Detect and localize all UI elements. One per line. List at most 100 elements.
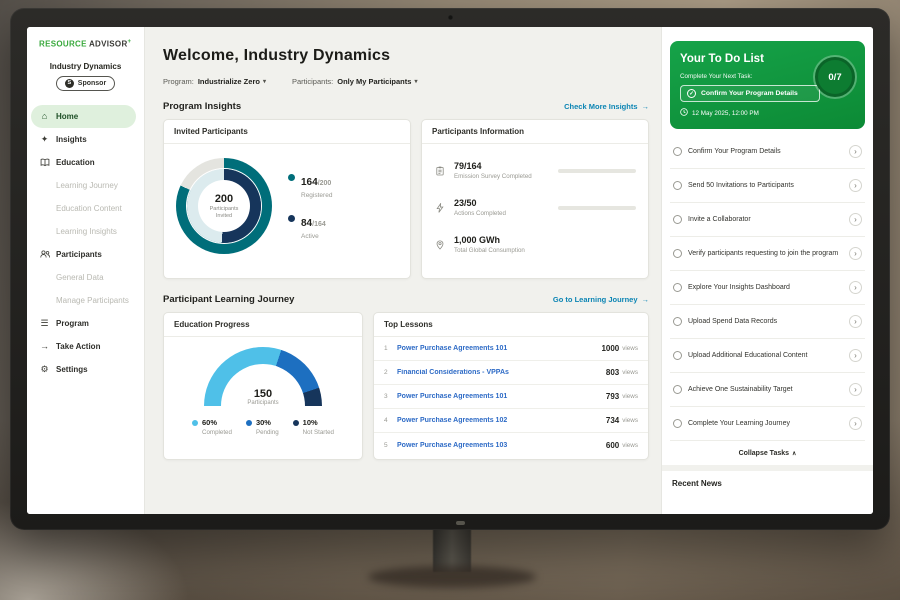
program-insights-cards: Invited Participants 200 Participants In…: [163, 119, 649, 279]
sidebar-item-take-action[interactable]: → Take Action: [27, 335, 144, 358]
chevron-right-icon[interactable]: ›: [849, 179, 862, 192]
card-title: Top Lessons: [374, 313, 648, 337]
legend-pct: 60%: [202, 418, 232, 427]
task-row[interactable]: Invite a Collaborator ›: [670, 203, 865, 237]
home-icon: ⌂: [39, 111, 50, 121]
sidebar-item-program[interactable]: ☰ Program: [27, 312, 144, 335]
chevron-right-icon[interactable]: ›: [849, 349, 862, 362]
sidebar-item-insights[interactable]: ✦ Insights: [27, 128, 144, 151]
task-checkbox[interactable]: [673, 419, 682, 428]
sidebar-item-home[interactable]: ⌂ Home: [31, 105, 136, 128]
lesson-views: 1000: [601, 344, 619, 353]
dashboard-screen: RESOURCE ADVISOR+ Industry Dynamics S Sp…: [27, 27, 873, 514]
task-label: Verify participants requesting to join t…: [688, 249, 843, 258]
go-to-learning-journey-link[interactable]: Go to Learning Journey →: [553, 295, 649, 304]
sidebar-item-learning-insights[interactable]: Learning Insights: [27, 220, 144, 243]
legend-pct: 30%: [256, 418, 279, 427]
task-checkbox[interactable]: [673, 317, 682, 326]
task-checkbox[interactable]: [673, 249, 682, 258]
sponsor-badge-wrap: S Sponsor: [27, 76, 144, 91]
next-task-button[interactable]: ✓ Confirm Your Program Details: [680, 85, 820, 102]
chevron-right-icon[interactable]: ›: [849, 383, 862, 396]
todo-panel: Your To Do List Complete Your Next Task:…: [661, 27, 873, 514]
next-task-due: 12 May 2025, 12:00 PM: [680, 108, 855, 118]
info-label: Total Global Consumption: [454, 247, 525, 254]
chevron-right-icon[interactable]: ›: [849, 213, 862, 226]
task-row[interactable]: Verify participants requesting to join t…: [670, 237, 865, 271]
link-label: Check More Insights: [564, 102, 637, 111]
check-more-insights-link[interactable]: Check More Insights →: [564, 102, 649, 111]
legend-item-registered: 164/200 Registered: [288, 172, 332, 199]
section-title: Program Insights: [163, 101, 241, 112]
sidebar-item-manage-participants[interactable]: Manage Participants: [27, 289, 144, 312]
sidebar-item-learning-journey[interactable]: Learning Journey: [27, 174, 144, 197]
legend-value: 164: [301, 177, 318, 188]
chevron-up-icon: ∧: [792, 451, 796, 457]
lesson-views-suffix: views: [622, 369, 638, 376]
legend-item-active: 84/164 Active: [288, 213, 332, 240]
chevron-right-icon[interactable]: ›: [849, 145, 862, 158]
program-filter-label: Program:: [163, 77, 194, 86]
insights-icon: ✦: [39, 134, 50, 145]
learning-cards: Education Progress 150 Participants: [163, 312, 649, 460]
lesson-title-link[interactable]: Financial Considerations - VPPAs: [397, 369, 606, 376]
participants-filter-dropdown[interactable]: Only My Participants ▾: [337, 77, 417, 86]
sidebar-item-participants[interactable]: Participants: [27, 243, 144, 266]
task-checkbox[interactable]: [673, 215, 682, 224]
chevron-right-icon[interactable]: ›: [849, 417, 862, 430]
sidebar-item-education-content[interactable]: Education Content: [27, 197, 144, 220]
actions-progress-bar: [558, 206, 636, 210]
legend-dot: [288, 215, 295, 222]
sidebar-item-general-data[interactable]: General Data: [27, 266, 144, 289]
chevron-right-icon[interactable]: ›: [849, 247, 862, 260]
sidebar-item-label: Take Action: [56, 342, 100, 351]
task-checkbox[interactable]: [673, 147, 682, 156]
invited-donut-center: 200 Participants Invited: [198, 180, 250, 232]
legend-value: 84: [301, 218, 312, 229]
collapse-tasks-button[interactable]: Collapse Tasks∧: [670, 441, 865, 465]
survey-progress-bar: [558, 169, 636, 173]
sidebar-nav: ⌂ Home ✦ Insights Education Learn: [27, 105, 144, 381]
clipboard-icon: [434, 166, 446, 176]
sponsor-badge[interactable]: S Sponsor: [56, 76, 115, 91]
lesson-title-link[interactable]: Power Purchase Agreements 101: [397, 393, 606, 400]
task-row[interactable]: Complete Your Learning Journey ›: [670, 407, 865, 441]
lesson-title-link[interactable]: Power Purchase Agreements 103: [397, 442, 606, 449]
task-row[interactable]: Explore Your Insights Dashboard ›: [670, 271, 865, 305]
sidebar-item-settings[interactable]: ⚙ Settings: [27, 358, 144, 381]
task-checkbox[interactable]: [673, 283, 682, 292]
lesson-title-link[interactable]: Power Purchase Agreements 102: [397, 417, 606, 424]
lesson-views: 793: [606, 392, 619, 401]
lesson-row: 4 Power Purchase Agreements 102 734 view…: [374, 409, 648, 433]
invited-participants-card: Invited Participants 200 Participants In…: [163, 119, 411, 279]
learning-journey-header: Participant Learning Journey Go to Learn…: [163, 294, 649, 305]
sidebar: RESOURCE ADVISOR+ Industry Dynamics S Sp…: [27, 27, 145, 514]
lesson-views: 600: [606, 441, 619, 450]
sidebar-item-label: Home: [56, 112, 78, 121]
scene: RESOURCE ADVISOR+ Industry Dynamics S Sp…: [0, 0, 900, 600]
card-title: Participants Information: [422, 120, 648, 144]
task-row[interactable]: Confirm Your Program Details ›: [670, 135, 865, 169]
invited-legend: 164/200 Registered 84/164 Active: [288, 172, 332, 240]
task-checkbox[interactable]: [673, 351, 682, 360]
chevron-right-icon[interactable]: ›: [849, 315, 862, 328]
monitor-stand-neck: [433, 524, 471, 572]
legend-item-not-started: 10% Not Started: [293, 418, 334, 436]
task-row[interactable]: Upload Additional Educational Content ›: [670, 339, 865, 373]
sidebar-item-label: Manage Participants: [56, 296, 129, 305]
task-row[interactable]: Achieve One Sustainability Target ›: [670, 373, 865, 407]
lesson-views-suffix: views: [622, 345, 638, 352]
chevron-down-icon: ▾: [263, 78, 266, 85]
education-gauge-center: 150 Participants: [204, 388, 322, 406]
task-checkbox[interactable]: [673, 385, 682, 394]
legend-label: Active: [301, 233, 326, 240]
sidebar-item-label: Learning Journey: [56, 181, 118, 190]
task-row[interactable]: Upload Spend Data Records ›: [670, 305, 865, 339]
program-filter-dropdown[interactable]: Industrialize Zero ▾: [198, 77, 266, 86]
chevron-right-icon[interactable]: ›: [849, 281, 862, 294]
sidebar-item-education[interactable]: Education: [27, 151, 144, 174]
task-row[interactable]: Send 50 Invitations to Participants ›: [670, 169, 865, 203]
gauge-center-value: 150: [204, 388, 322, 400]
task-checkbox[interactable]: [673, 181, 682, 190]
lesson-title-link[interactable]: Power Purchase Agreements 101: [397, 345, 601, 352]
